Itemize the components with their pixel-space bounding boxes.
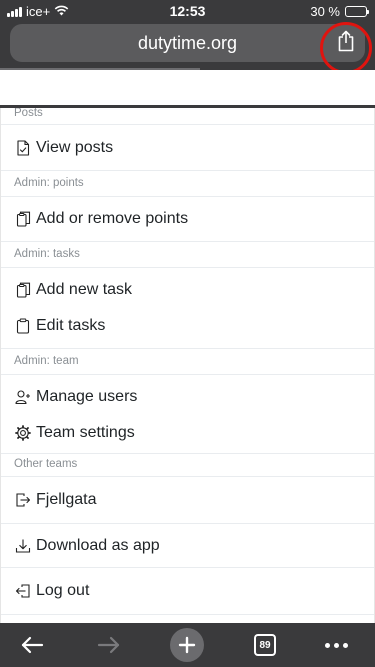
download-icon — [15, 538, 31, 554]
menu-item-add-remove-points[interactable]: Add or remove points — [1, 201, 374, 237]
menu-item-label: Team settings — [36, 424, 135, 441]
divider — [1, 124, 374, 125]
divider — [1, 374, 374, 375]
menu-item-label: Add new task — [36, 281, 133, 298]
divider — [1, 170, 374, 171]
forward-button[interactable] — [93, 629, 125, 661]
arrow-left-icon — [21, 636, 44, 654]
back-button[interactable] — [16, 629, 48, 661]
more-dots-icon — [324, 642, 348, 648]
menu-item-label: Manage users — [36, 388, 138, 405]
menu-item-view-posts[interactable]: View posts — [1, 130, 374, 166]
tab-count: 89 — [254, 634, 276, 656]
page-header — [0, 70, 375, 105]
divider — [1, 453, 374, 454]
clipboard-copy-icon — [15, 282, 31, 298]
menu-item-label: View posts — [36, 139, 114, 156]
menu-item-label: Log out — [36, 582, 90, 599]
menu-item-download-app[interactable]: Download as app — [1, 528, 374, 564]
divider — [1, 614, 374, 615]
menu-item-add-new-task[interactable]: Add new task — [1, 272, 374, 308]
menu-item-manage-users[interactable]: Manage users — [1, 379, 374, 415]
gear-icon — [15, 425, 31, 441]
menu-item-label: Fjellgata — [36, 491, 97, 508]
tabs-button[interactable]: 89 — [251, 629, 279, 661]
menu-item-log-out[interactable]: Log out — [1, 573, 374, 609]
battery-percent: 30 % — [310, 4, 340, 19]
menu-item-edit-tasks[interactable]: Edit tasks — [1, 308, 374, 344]
menu-item-label: Add or remove points — [36, 210, 189, 227]
browser-toolbar: 89 — [0, 623, 375, 667]
section-header-admin-team: Admin: team — [14, 355, 79, 367]
divider — [1, 523, 374, 524]
divider — [1, 267, 374, 268]
share-button[interactable] — [329, 26, 363, 56]
browser-address-bar: dutytime.org — [0, 22, 375, 74]
url-text: dutytime.org — [137, 33, 238, 53]
clipboard-copy-icon — [15, 211, 31, 227]
section-header-admin-tasks: Admin: tasks — [14, 248, 80, 260]
more-button[interactable] — [322, 629, 350, 661]
url-field[interactable]: dutytime.org — [10, 24, 365, 62]
divider — [1, 476, 374, 477]
battery-icon — [345, 6, 369, 17]
divider — [1, 567, 374, 568]
arrow-right-icon — [97, 636, 120, 654]
menu-item-label: Download as app — [36, 537, 160, 554]
status-bar: ice+ 12:53 30 % — [0, 0, 375, 22]
dropdown-menu: Posts View posts Admin: points Add or re… — [0, 108, 375, 623]
share-icon — [338, 30, 354, 52]
box-arrow-left-icon — [15, 583, 31, 599]
box-arrow-right-icon — [15, 492, 31, 508]
section-header-admin-points: Admin: points — [14, 177, 84, 189]
clipboard-icon — [15, 318, 31, 334]
menu-item-team-settings[interactable]: Team settings — [1, 415, 374, 451]
file-check-icon — [15, 140, 31, 156]
menu-item-fjellgata[interactable]: Fjellgata — [1, 482, 374, 518]
user-plus-icon — [15, 389, 31, 405]
plus-icon — [170, 628, 204, 662]
section-header-posts: Posts — [14, 108, 43, 119]
divider — [1, 348, 374, 349]
menu-item-label: Edit tasks — [36, 317, 106, 334]
divider — [1, 241, 374, 242]
new-tab-button[interactable] — [170, 628, 204, 662]
divider — [1, 196, 374, 197]
section-header-other-teams: Other teams — [14, 458, 78, 470]
